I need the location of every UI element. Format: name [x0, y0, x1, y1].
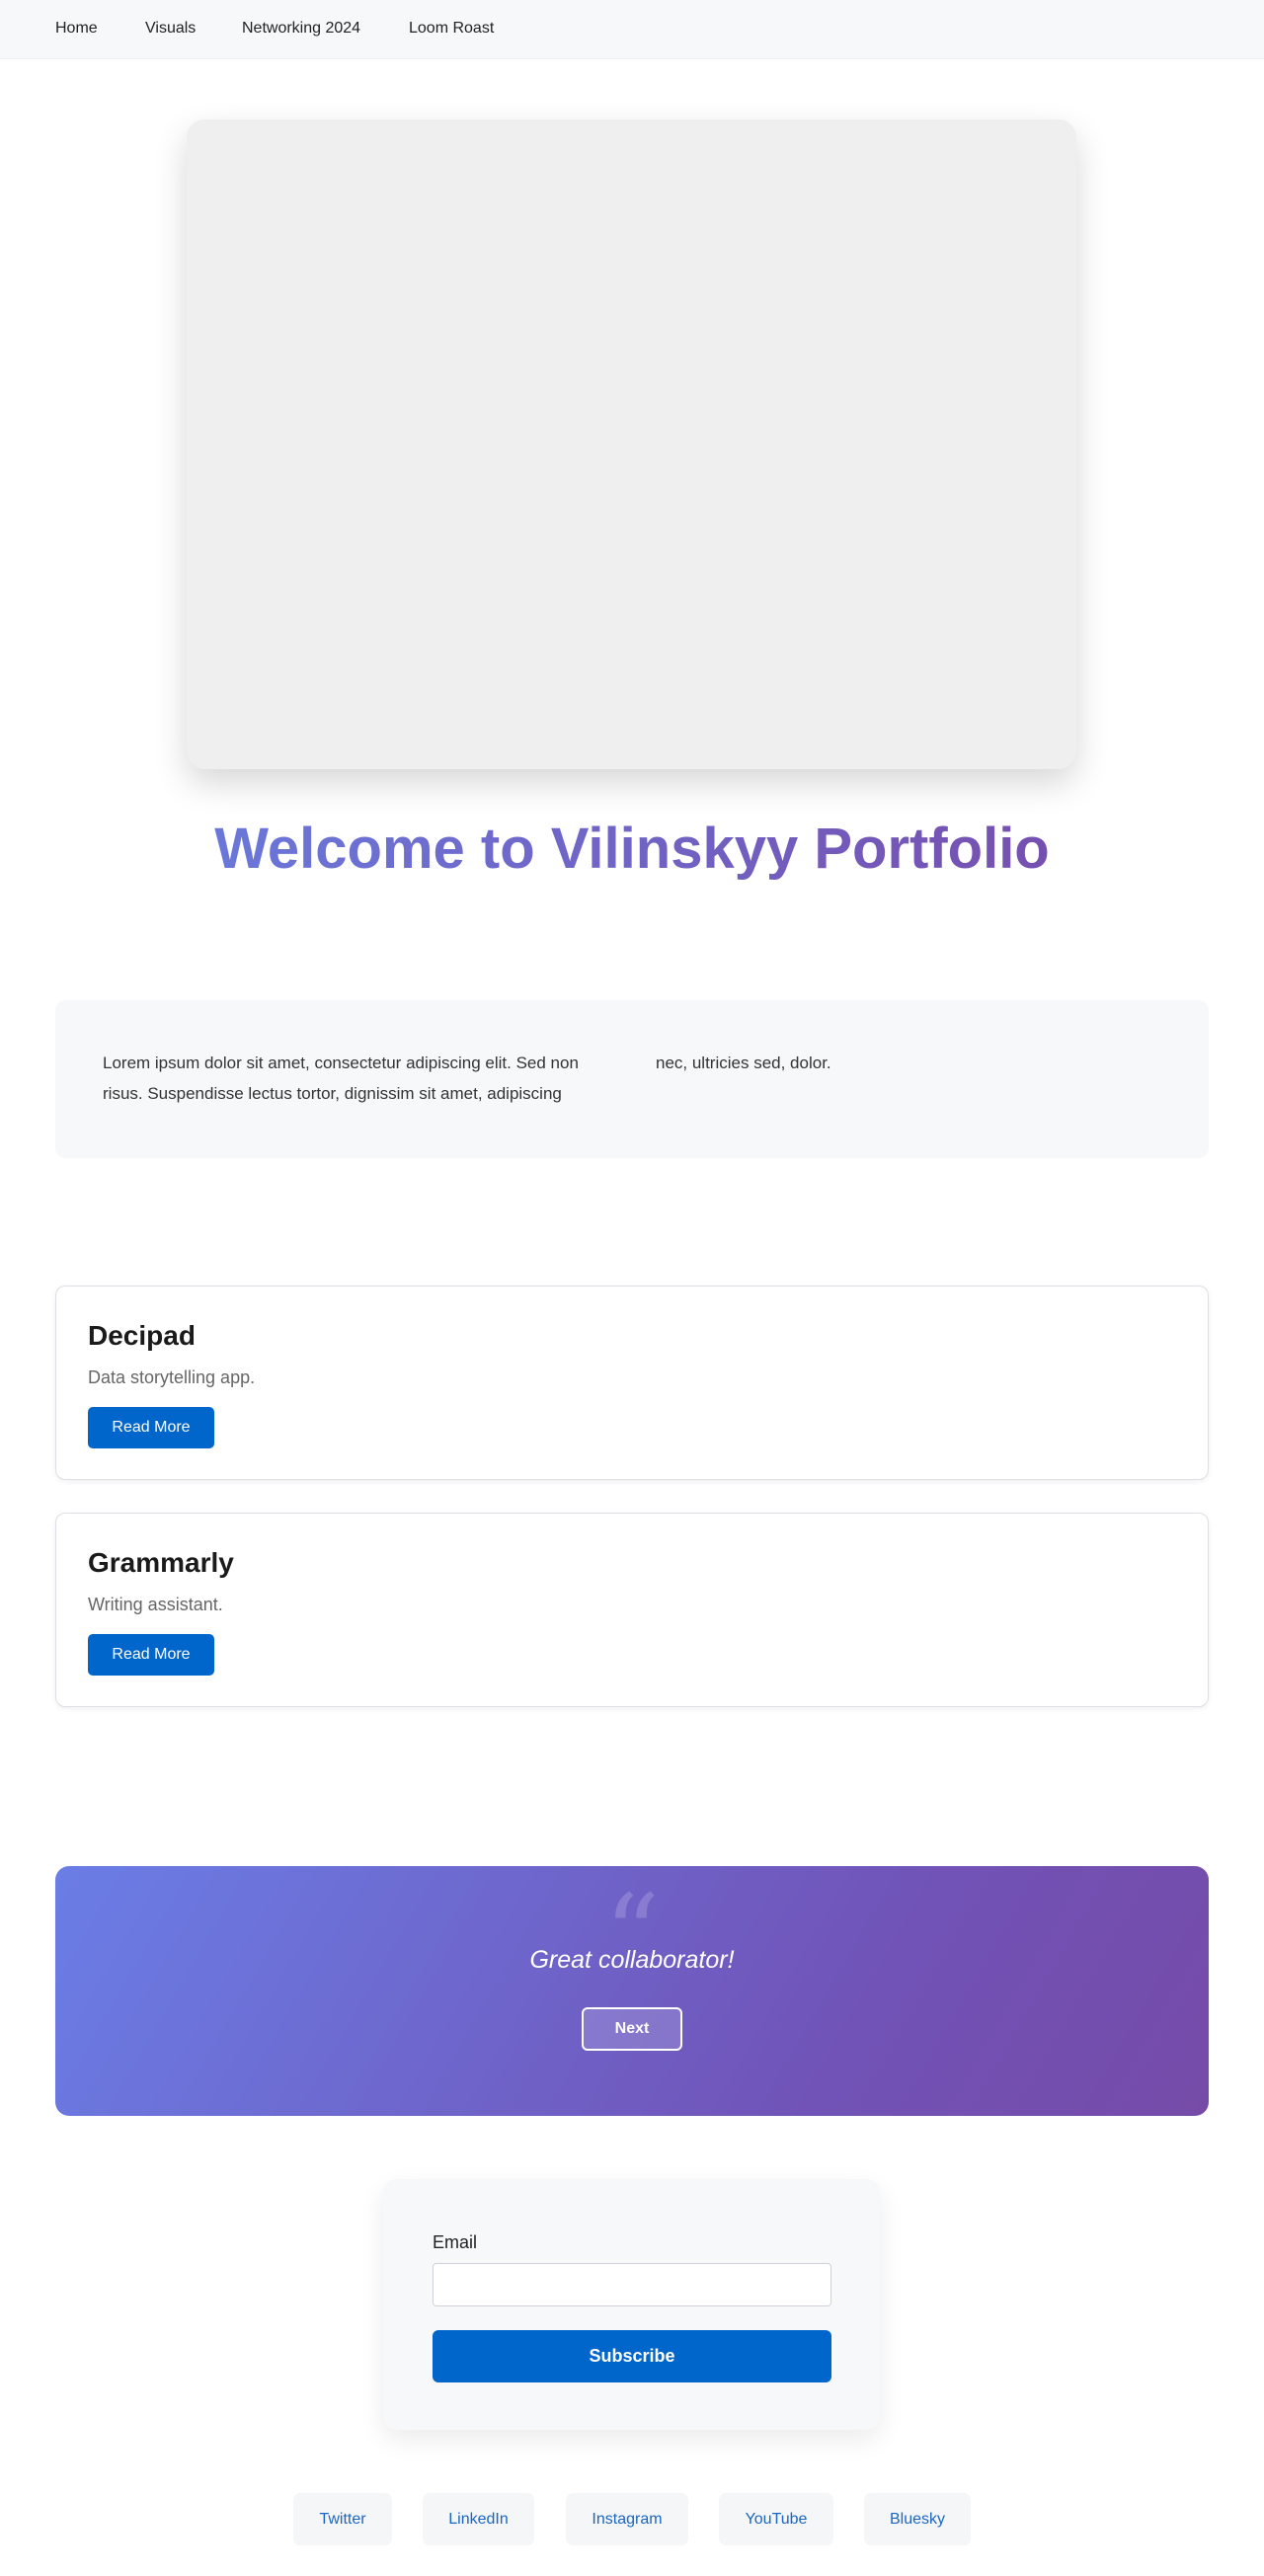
testimonial-section: “ Great collaborator! Next: [55, 1866, 1209, 2116]
email-field[interactable]: [433, 2263, 831, 2306]
project-title: Decipad: [88, 1320, 196, 1351]
intro-text-continued: nec, ultricies sed, dolor.: [656, 1054, 831, 1072]
social-link-bluesky[interactable]: Bluesky: [864, 2493, 971, 2545]
hero-image-placeholder: [187, 119, 1076, 769]
nav-loom-roast-link[interactable]: Loom Roast: [409, 20, 494, 38]
page-title: Welcome to Vilinskyy Portfolio: [0, 815, 1264, 884]
read-more-button[interactable]: Read More: [88, 1634, 214, 1676]
project-card-grammarly: Grammarly Writing assistant. Read More: [55, 1513, 1209, 1707]
read-more-button[interactable]: Read More: [88, 1407, 214, 1448]
next-testimonial-button[interactable]: Next: [582, 2007, 682, 2051]
subscribe-button[interactable]: Subscribe: [433, 2330, 831, 2382]
subscribe-form: Email Subscribe: [383, 2179, 880, 2430]
social-link-twitter[interactable]: Twitter: [293, 2493, 392, 2545]
project-description: Writing assistant.: [88, 1595, 223, 1614]
social-link-linkedin[interactable]: LinkedIn: [423, 2493, 534, 2545]
page-title-text: Welcome to Vilinskyy Portfolio: [214, 817, 1050, 881]
nav-home-link[interactable]: Home: [55, 20, 98, 38]
nav-visuals-link[interactable]: Visuals: [145, 20, 196, 38]
top-nav: Home Visuals Networking 2024 Loom Roast: [0, 0, 1264, 59]
intro-section: Lorem ipsum dolor sit amet, consectetur …: [55, 1000, 1209, 1158]
intro-text: Lorem ipsum dolor sit amet, consectetur …: [103, 1054, 579, 1103]
testimonial-quote: Great collaborator!: [529, 1946, 735, 1974]
nav-networking-2024-link[interactable]: Networking 2024: [242, 20, 360, 38]
social-link-instagram[interactable]: Instagram: [566, 2493, 688, 2545]
project-title: Grammarly: [88, 1547, 234, 1578]
project-card-decipad: Decipad Data storytelling app. Read More: [55, 1286, 1209, 1480]
social-link-youtube[interactable]: YouTube: [719, 2493, 833, 2545]
project-description: Data storytelling app.: [88, 1367, 256, 1387]
email-label: Email: [433, 2232, 478, 2252]
